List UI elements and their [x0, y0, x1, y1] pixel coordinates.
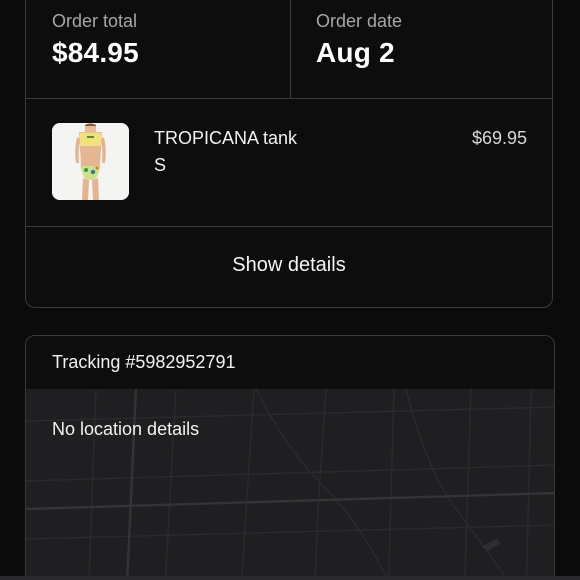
tracking-card: Tracking #5982952791 No location details [25, 335, 555, 580]
tracking-number: Tracking #5982952791 [52, 352, 236, 372]
bottom-divider [0, 576, 580, 580]
show-details-button[interactable]: Show details [26, 226, 552, 307]
order-summary-row: Order total $84.95 Order date Aug 2 [26, 0, 552, 99]
tracking-header: Tracking #5982952791 [26, 336, 554, 390]
item-size: S [154, 155, 167, 175]
show-details-label: Show details [232, 254, 346, 276]
order-total-label: Order total [52, 11, 138, 31]
order-total-cell: Order total $84.95 [26, 0, 291, 98]
product-photo-icon [52, 123, 129, 200]
item-price: $69.95 [471, 128, 527, 148]
order-date-cell: Order date Aug 2 [291, 0, 552, 98]
order-summary-card: Order total $84.95 Order date Aug 2 TROP… [25, 0, 553, 308]
item-name: TROPICANA tank [154, 128, 298, 148]
tracking-map[interactable]: No location details [26, 389, 554, 580]
no-location-message: No location details [52, 419, 200, 439]
order-date-label: Order date [316, 11, 403, 31]
order-date-value: Aug 2 [316, 37, 395, 68]
product-thumbnail[interactable] [52, 123, 129, 200]
map-streets-icon [26, 389, 554, 580]
order-total-value: $84.95 [52, 37, 139, 68]
order-item-row[interactable]: TROPICANA tank S $69.95 [26, 98, 552, 227]
order-details-screen: Order total $84.95 Order date Aug 2 TROP… [0, 0, 580, 580]
